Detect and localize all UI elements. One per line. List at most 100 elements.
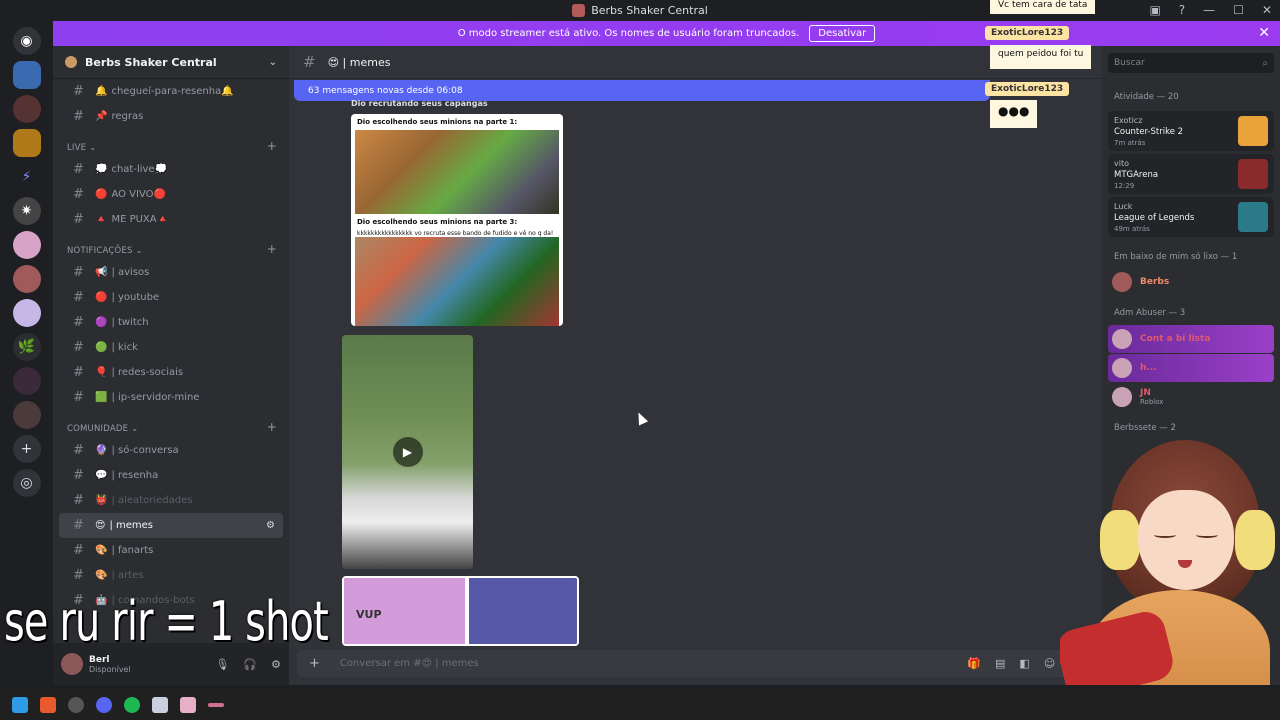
- channel-avisos[interactable]: # 📢 | avisos: [59, 260, 283, 285]
- channel-ao-vivo[interactable]: # 🔴 AO VIVO🔴: [59, 182, 283, 207]
- member-item[interactable]: JN Roblox: [1102, 383, 1280, 411]
- hash-icon: #: [73, 315, 84, 330]
- category-comunidade[interactable]: COMUNIDADE ⌄ +: [53, 410, 289, 438]
- hash-icon: #: [73, 543, 84, 558]
- server-icon[interactable]: [12, 61, 41, 89]
- minimize-button[interactable]: —: [1203, 3, 1215, 17]
- hash-icon: #: [73, 365, 84, 380]
- channel-label: chat-live💭: [111, 164, 168, 175]
- avatar[interactable]: [61, 653, 83, 675]
- channel-resenha[interactable]: # 💬 | resenha: [59, 463, 283, 488]
- server-icon[interactable]: 🌿: [12, 333, 41, 361]
- channel-ip-servidor-mine[interactable]: # 🟩 | ip-servidor-mine: [59, 385, 283, 410]
- add-server-icon[interactable]: +: [12, 435, 41, 463]
- channel-redes-sociais[interactable]: # 🎈 | redes-sociais: [59, 360, 283, 385]
- streamer-message: O modo streamer está ativo. Os nomes de …: [457, 28, 800, 39]
- channel-emoji: 🟣: [95, 317, 108, 328]
- microphone-icon[interactable]: 🎙: [215, 658, 229, 671]
- close-icon[interactable]: ✕: [1258, 25, 1270, 41]
- discover-icon[interactable]: ◎: [12, 469, 41, 497]
- gift-icon[interactable]: 🎁: [967, 657, 981, 670]
- channel-emoji: 🟩: [95, 392, 108, 403]
- hash-icon: #: [73, 109, 84, 124]
- channel-artes[interactable]: # 🎨 | artes: [59, 563, 283, 588]
- activity-card[interactable]: vito MTGArena 12:29: [1108, 154, 1274, 194]
- hash-icon: #: [303, 53, 316, 71]
- maximize-button[interactable]: ☐: [1233, 3, 1244, 17]
- meme-image[interactable]: Dio escolhendo seus minions na parte 1: …: [351, 114, 563, 326]
- discord-icon[interactable]: [96, 697, 112, 713]
- server-icon[interactable]: [12, 299, 41, 327]
- channel-memes[interactable]: # 😍 | memes ⚙: [59, 513, 283, 538]
- channel-label: | fanarts: [111, 545, 154, 556]
- meme-top-text: Dio escolhendo seus minions na parte 1:: [357, 118, 518, 126]
- server-icon[interactable]: [12, 231, 41, 259]
- app-icon[interactable]: [208, 703, 224, 707]
- search-input[interactable]: Buscar ⌕: [1108, 53, 1274, 73]
- channel-aleatoriedades[interactable]: # 👹 | aleatoriedades: [59, 488, 283, 513]
- message-composer[interactable]: + Conversar em #😍 | memes 🎁 ▤ ◧ ☺ 🎮: [297, 650, 1095, 677]
- server-folder-icon[interactable]: [12, 401, 41, 429]
- app-icon[interactable]: [180, 697, 196, 713]
- server-icon[interactable]: [12, 129, 41, 157]
- inbox-icon[interactable]: ▣: [1149, 3, 1160, 17]
- avatar: [1112, 272, 1132, 292]
- channel-kick[interactable]: # 🟢 | kick: [59, 335, 283, 360]
- member-item[interactable]: h...: [1108, 354, 1274, 382]
- add-attachment-icon[interactable]: +: [309, 656, 320, 671]
- activity-card[interactable]: Luck League of Legends 49m atrás: [1108, 197, 1274, 237]
- channel-label: | ip-servidor-mine: [111, 392, 200, 403]
- server-folder-icon[interactable]: [12, 367, 41, 395]
- member-item[interactable]: Cont a bi lista: [1108, 325, 1274, 353]
- emoji-icon[interactable]: ☺: [1044, 657, 1055, 670]
- channel-s-conversa[interactable]: # 🔮 | só-conversa: [59, 438, 283, 463]
- channel-fanarts[interactable]: # 🎨 | fanarts: [59, 538, 283, 563]
- channel-chegue-para-resenha[interactable]: # 🔔 chegueí-para-resenha🔔: [59, 79, 283, 104]
- channel-youtube[interactable]: # 🔴 | youtube: [59, 285, 283, 310]
- help-icon[interactable]: ?: [1179, 3, 1185, 17]
- settings-gear-icon[interactable]: ⚙: [271, 658, 281, 671]
- close-button[interactable]: ✕: [1262, 3, 1272, 17]
- game-thumbnail: [1238, 202, 1268, 232]
- member-item[interactable]: Berbs: [1102, 268, 1280, 296]
- sticker-icon[interactable]: ◧: [1019, 657, 1029, 670]
- spotify-icon[interactable]: [124, 697, 140, 713]
- disable-streamer-button[interactable]: Desativar: [809, 25, 876, 42]
- channel-settings-icon[interactable]: ⚙: [266, 520, 275, 531]
- channel-regras[interactable]: # 📌 regras: [59, 104, 283, 129]
- member-name-text: Cont a bi lista: [1140, 334, 1211, 344]
- category-notificacoes[interactable]: NOTIFICAÇÕES ⌄ +: [53, 232, 289, 260]
- server-icon[interactable]: [12, 265, 41, 293]
- guild-header[interactable]: Berbs Shaker Central ⌄: [53, 46, 289, 79]
- video-attachment[interactable]: ▶: [342, 335, 473, 569]
- windows-start-icon[interactable]: [12, 697, 28, 713]
- new-messages-bar[interactable]: 63 mensagens novas desde 06:08: [294, 80, 990, 101]
- bolt-server-icon[interactable]: ⚡: [12, 163, 41, 191]
- channel-me-puxa[interactable]: # 🔺 ME PUXA🔺: [59, 207, 283, 232]
- hash-icon: #: [73, 340, 84, 355]
- window-title: Berbs Shaker Central: [591, 4, 708, 17]
- message-caption: Dio recrutando seus capangas: [351, 99, 488, 108]
- gif-icon[interactable]: ▤: [995, 657, 1005, 670]
- vtuber-avatar: [1060, 420, 1280, 685]
- add-channel-icon[interactable]: +: [267, 139, 277, 153]
- server-icon[interactable]: ✷: [12, 197, 41, 225]
- category-live[interactable]: Live ⌄ +: [53, 129, 289, 157]
- channel-label: | avisos: [111, 267, 150, 278]
- play-icon[interactable]: ▶: [392, 437, 423, 467]
- add-channel-icon[interactable]: +: [267, 420, 277, 434]
- activity-card[interactable]: Exoticz Counter-Strike 2 7m atrás: [1108, 111, 1274, 151]
- comic-image[interactable]: VUP: [342, 576, 579, 646]
- headphones-icon[interactable]: 🎧: [243, 658, 257, 671]
- discord-home-icon[interactable]: ◉: [12, 27, 41, 55]
- channel-emoji: 🔴: [95, 189, 108, 200]
- hash-icon: #: [73, 265, 84, 280]
- app-icon[interactable]: [152, 697, 168, 713]
- stream-caption: se ru rir = 1 shot: [4, 590, 329, 653]
- channel-twitch[interactable]: # 🟣 | twitch: [59, 310, 283, 335]
- app-icon[interactable]: [68, 697, 84, 713]
- server-icon[interactable]: [12, 95, 41, 123]
- add-channel-icon[interactable]: +: [267, 242, 277, 256]
- brave-icon[interactable]: [40, 697, 56, 713]
- channel-chat-live[interactable]: # 💭 chat-live💭: [59, 157, 283, 182]
